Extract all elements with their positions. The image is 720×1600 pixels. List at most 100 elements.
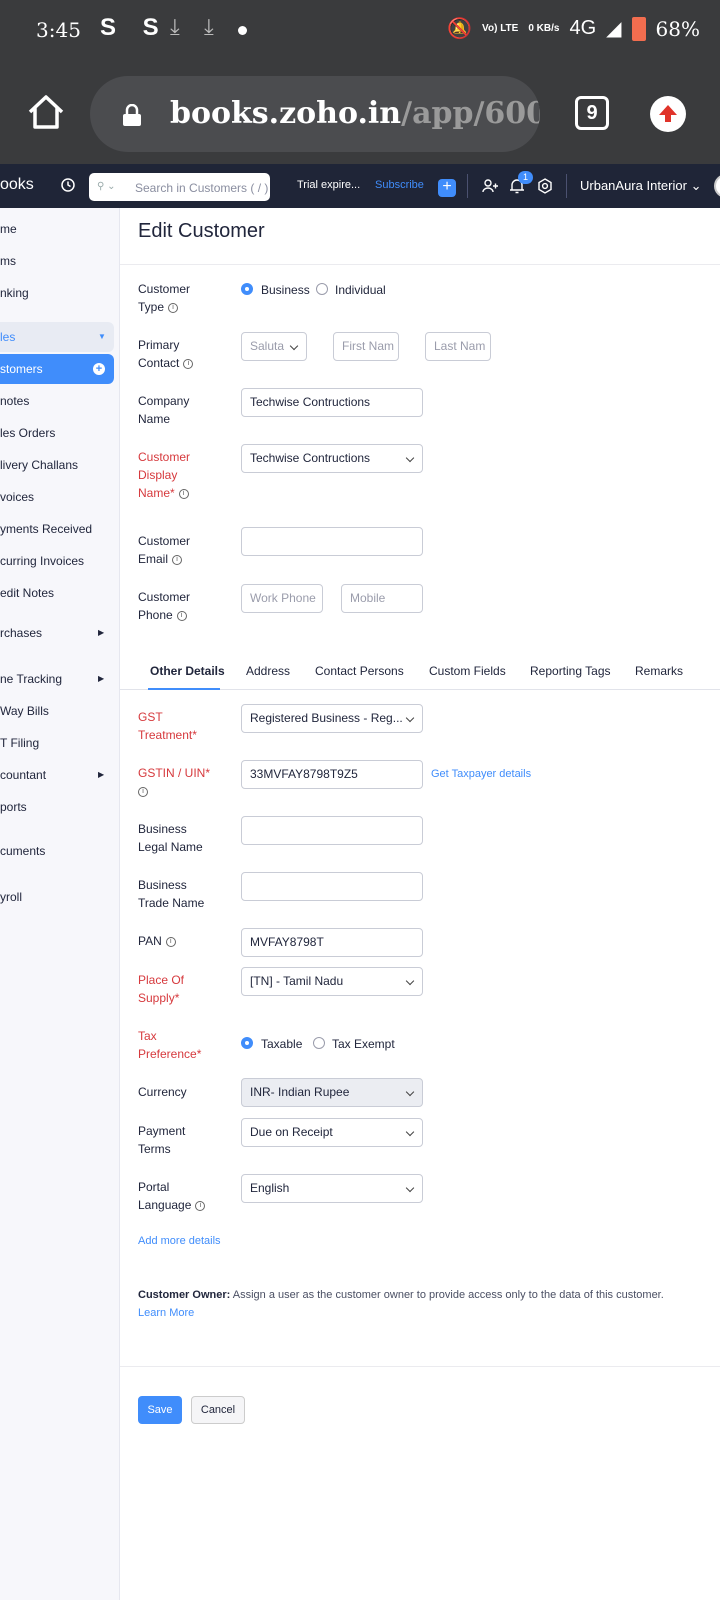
sidebar-item-items[interactable]: ms bbox=[0, 246, 114, 276]
sidebar-item-credit-notes[interactable]: edit Notes bbox=[0, 578, 114, 608]
customer-owner-heading: Customer Owner: bbox=[138, 1289, 231, 1301]
battery-icon bbox=[631, 16, 646, 41]
quick-create-button[interactable]: + bbox=[438, 179, 456, 197]
info-icon[interactable]: i bbox=[183, 358, 194, 369]
sidebar-item-purchases[interactable]: rchases ▶ bbox=[0, 618, 114, 648]
trade-name-label: Business Trade Name bbox=[138, 878, 205, 910]
update-button[interactable] bbox=[650, 96, 686, 132]
sidebar-item-reports[interactable]: ports bbox=[0, 792, 114, 822]
info-icon[interactable]: i bbox=[168, 302, 179, 313]
trade-name-input[interactable] bbox=[241, 872, 423, 901]
sidebar-item-quotes[interactable]: notes bbox=[0, 386, 114, 416]
first-name-input[interactable]: First Nam bbox=[333, 332, 399, 361]
sidebar-item-payroll[interactable]: yroll bbox=[0, 882, 114, 912]
pan-input[interactable]: MVFAY8798T bbox=[241, 928, 423, 957]
sidebar-item-label: ports bbox=[0, 800, 27, 814]
sidebar-item-label: me bbox=[0, 222, 17, 236]
app-brand[interactable]: ooks bbox=[0, 176, 34, 194]
last-name-input[interactable]: Last Nam bbox=[425, 332, 491, 361]
gstin-input[interactable]: 33MVFAY8798T9Z5 bbox=[241, 760, 423, 789]
email-field[interactable] bbox=[241, 527, 423, 556]
tax-exempt-radio[interactable] bbox=[313, 1037, 325, 1049]
chevron-right-icon: ▶ bbox=[98, 674, 105, 683]
sidebar-item-label: notes bbox=[0, 394, 30, 408]
detail-tabs: Other Details Address Contact Persons Cu… bbox=[120, 650, 720, 690]
search-input[interactable]: ⚲ ⌄ Search in Customers ( / ) bbox=[89, 173, 270, 201]
url-host: books.zoho.in bbox=[170, 96, 402, 131]
portal-language-select[interactable]: English bbox=[241, 1174, 423, 1203]
sidebar-item-home[interactable]: me bbox=[0, 214, 114, 244]
learn-more-link[interactable]: Learn More bbox=[138, 1307, 194, 1319]
sidebar-item-eway-bills[interactable]: Way Bills bbox=[0, 696, 114, 726]
mobile-input[interactable]: Mobile bbox=[341, 584, 423, 613]
add-more-details-link[interactable]: Add more details bbox=[138, 1235, 221, 1247]
sidebar-item-banking[interactable]: nking bbox=[0, 278, 114, 308]
sidebar-item-label: curring Invoices bbox=[0, 554, 85, 568]
display-name-label: Customer Display Name* i bbox=[138, 450, 191, 500]
legal-name-label: Business Legal Name bbox=[138, 822, 203, 854]
cancel-button[interactable]: Cancel bbox=[191, 1396, 245, 1424]
taxable-radio[interactable] bbox=[241, 1037, 253, 1049]
org-switcher[interactable]: UrbanAura Interior ⌄ bbox=[580, 178, 701, 194]
sidebar-item-recurring-invoices[interactable]: curring Invoices bbox=[0, 546, 114, 576]
info-icon[interactable]: i bbox=[195, 1200, 206, 1211]
tab-other-details[interactable]: Other Details bbox=[150, 664, 225, 678]
info-icon[interactable]: i bbox=[172, 554, 183, 565]
display-name-select[interactable]: Techwise Contructions bbox=[241, 444, 423, 473]
sidebar-item-invoices[interactable]: voices bbox=[0, 482, 114, 512]
legal-name-input[interactable] bbox=[241, 816, 423, 845]
main-content: Edit Customer Customer Type i Business Ind… bbox=[120, 208, 720, 1600]
place-of-supply-select[interactable]: [TN] - Tamil Nadu bbox=[241, 967, 423, 996]
sidebar-item-label: nking bbox=[0, 286, 29, 300]
trial-status: Trial expire... bbox=[297, 179, 361, 191]
tab-remarks[interactable]: Remarks bbox=[635, 664, 683, 678]
recent-history-icon[interactable] bbox=[60, 177, 76, 193]
save-button[interactable]: Save bbox=[138, 1396, 182, 1424]
download-icon: ⤓ bbox=[204, 14, 214, 39]
sidebar-item-gst-filing[interactable]: T Filing bbox=[0, 728, 114, 758]
arrow-up-icon bbox=[659, 105, 677, 122]
users-icon[interactable] bbox=[481, 177, 499, 195]
work-phone-input[interactable]: Work Phone bbox=[241, 584, 323, 613]
tab-switcher-button[interactable]: 9 bbox=[575, 96, 609, 130]
avatar[interactable] bbox=[714, 174, 720, 198]
salutation-select[interactable]: Saluta bbox=[241, 332, 307, 361]
sidebar-item-payments-received[interactable]: yments Received bbox=[0, 514, 114, 544]
sidebar-item-sales[interactable]: les ▼ bbox=[0, 322, 114, 352]
tab-contact-persons[interactable]: Contact Persons bbox=[315, 664, 404, 678]
sidebar-item-delivery-challans[interactable]: livery Challans bbox=[0, 450, 114, 480]
info-icon[interactable]: i bbox=[138, 786, 148, 797]
add-customer-icon[interactable]: + bbox=[93, 363, 105, 375]
business-radio[interactable] bbox=[241, 283, 253, 295]
info-icon[interactable]: i bbox=[178, 488, 189, 499]
info-icon[interactable]: i bbox=[176, 610, 187, 621]
sidebar-item-label: Way Bills bbox=[0, 704, 49, 718]
get-taxpayer-details-link[interactable]: Get Taxpayer details bbox=[431, 768, 531, 780]
gear-icon[interactable] bbox=[536, 177, 554, 195]
tab-address[interactable]: Address bbox=[246, 664, 290, 678]
clock: 3:45 bbox=[36, 18, 81, 42]
sidebar-item-sales-orders[interactable]: les Orders bbox=[0, 418, 114, 448]
business-option-label: Business bbox=[261, 283, 310, 297]
sidebar-item-label: les bbox=[0, 330, 16, 344]
sidebar-item-documents[interactable]: cuments bbox=[0, 836, 114, 866]
more-notifications-icon bbox=[238, 26, 247, 35]
customer-owner-text: Assign a user as the customer owner to p… bbox=[230, 1289, 664, 1301]
active-tab-indicator bbox=[148, 688, 220, 690]
sidebar-item-time-tracking[interactable]: ne Tracking ▶ bbox=[0, 664, 114, 694]
sidebar-item-accountant[interactable]: countant ▶ bbox=[0, 760, 114, 790]
info-icon[interactable]: i bbox=[165, 936, 176, 947]
tab-custom-fields[interactable]: Custom Fields bbox=[429, 664, 506, 678]
company-name-input[interactable]: Techwise Contructions bbox=[241, 388, 423, 417]
address-bar[interactable]: books.zoho.in/app/60024 bbox=[90, 76, 540, 152]
subscribe-link[interactable]: Subscribe bbox=[375, 179, 424, 191]
payment-terms-select[interactable]: Due on Receipt bbox=[241, 1118, 423, 1147]
tab-reporting-tags[interactable]: Reporting Tags bbox=[530, 664, 611, 678]
primary-contact-label: Primary Contact i bbox=[138, 336, 228, 372]
individual-radio[interactable] bbox=[316, 283, 328, 295]
home-icon[interactable] bbox=[26, 92, 66, 132]
gst-treatment-select[interactable]: Registered Business - Reg... bbox=[241, 704, 423, 733]
sidebar-item-customers[interactable]: stomers + bbox=[0, 354, 114, 384]
currency-select[interactable]: INR- Indian Rupee bbox=[241, 1078, 423, 1107]
org-name: UrbanAura Interior bbox=[580, 178, 687, 193]
